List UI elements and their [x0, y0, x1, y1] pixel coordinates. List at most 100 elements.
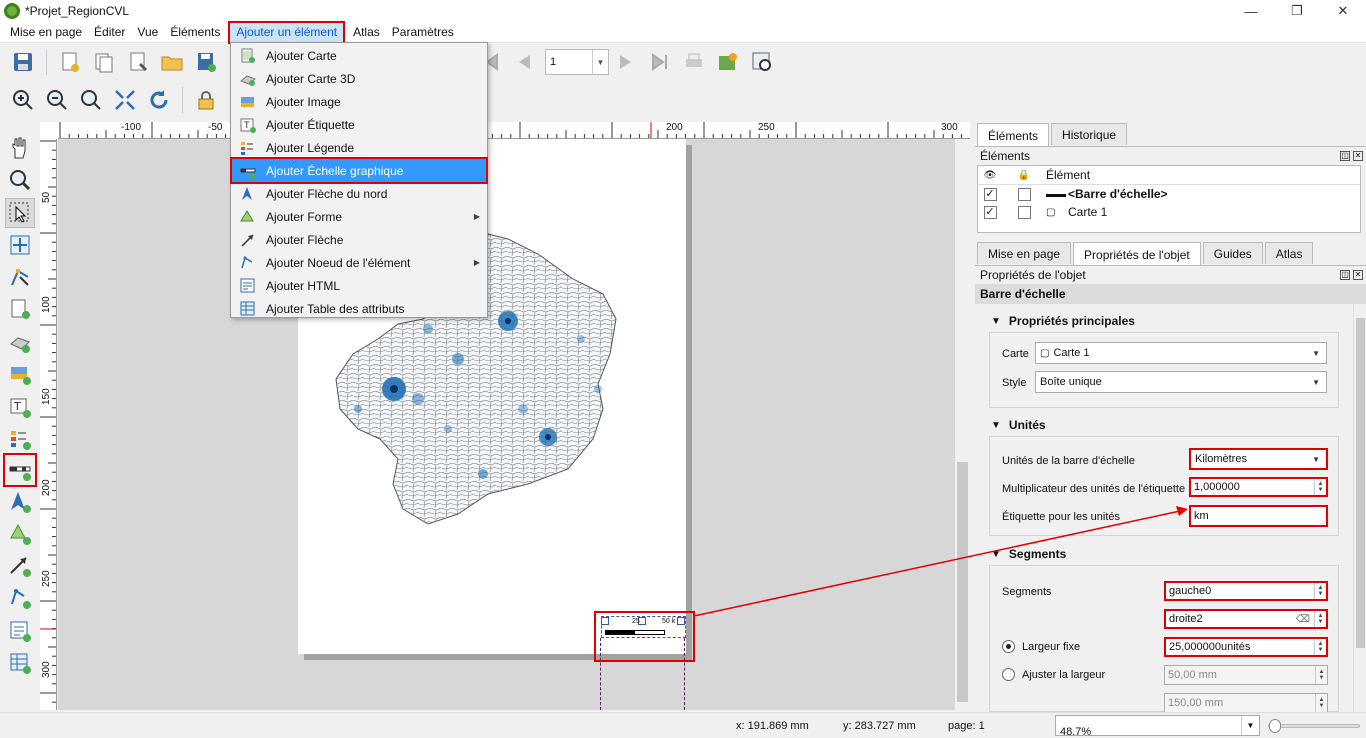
- visibility-checkbox[interactable]: ✓: [983, 205, 997, 219]
- menu-item-ajouter-carte[interactable]: Ajouter Carte: [232, 44, 486, 67]
- vertical-ruler[interactable]: 50 100 150 200 250 300: [40, 139, 57, 710]
- menu-atlas[interactable]: Atlas: [347, 23, 386, 42]
- menu-item-ajouter-echelle-graphique[interactable]: Ajouter Échelle graphique: [230, 157, 488, 184]
- clear-icon[interactable]: ⌫: [1296, 614, 1310, 625]
- menu-item-ajouter-carte-3d[interactable]: Ajouter Carte 3D: [232, 67, 486, 90]
- spin-arrows-icon[interactable]: ▲ ▼: [1314, 479, 1326, 495]
- menu-elements[interactable]: Éléments: [164, 23, 226, 42]
- tab-elements[interactable]: Éléments: [977, 123, 1050, 147]
- layout-manager-icon[interactable]: [123, 47, 153, 77]
- zoom-tool-icon[interactable]: [5, 165, 35, 195]
- last-feature-icon[interactable]: [645, 47, 675, 77]
- export-atlas-image-icon[interactable]: [713, 47, 743, 77]
- menu-vue[interactable]: Vue: [131, 23, 164, 42]
- add-picture-tool-icon[interactable]: [5, 359, 35, 389]
- lock-items-icon[interactable]: [191, 85, 221, 115]
- move-content-icon[interactable]: [5, 230, 35, 260]
- fixed-width-spinbox[interactable]: 25,000000unités ▲ ▼: [1164, 637, 1328, 657]
- unit-combo[interactable]: Kilomètres ▼: [1189, 448, 1328, 470]
- menu-item-ajouter-table-attributs[interactable]: Ajouter Table des attributs: [232, 297, 486, 320]
- add-attribute-table-tool-icon[interactable]: [5, 648, 35, 678]
- add-scalebar-tool-icon[interactable]: [3, 453, 37, 487]
- horizontal-ruler[interactable]: -100 -50 200 250 300: [58, 122, 970, 139]
- props-scrollbar[interactable]: [1353, 304, 1366, 712]
- zoom-slider[interactable]: [1268, 719, 1360, 733]
- menu-editer[interactable]: Éditer: [88, 23, 131, 42]
- add-node-item-tool-icon[interactable]: [5, 583, 35, 613]
- add-html-tool-icon[interactable]: [5, 616, 35, 646]
- lock-checkbox[interactable]: [1017, 205, 1031, 219]
- refresh-icon[interactable]: [144, 85, 174, 115]
- menu-parametres[interactable]: Paramètres: [386, 23, 460, 42]
- menu-item-ajouter-forme[interactable]: Ajouter Forme ▶: [232, 205, 486, 228]
- close-panel-icon[interactable]: ✕: [1353, 270, 1363, 280]
- menu-item-ajouter-noeud[interactable]: Ajouter Noeud de l'élément ▶: [232, 251, 486, 274]
- section-proprietes-principales[interactable]: ▼ Propriétés principales: [991, 314, 1135, 328]
- spin-arrows-icon[interactable]: ▲ ▼: [1315, 666, 1327, 684]
- page-selector[interactable]: 1 ▼: [545, 49, 609, 75]
- zoom-combo[interactable]: 48.7% ▼: [1055, 715, 1260, 738]
- segments-left-spinbox[interactable]: gauche0 ▲ ▼: [1164, 581, 1328, 601]
- pan-icon[interactable]: [5, 134, 35, 164]
- fixed-width-radio[interactable]: [1002, 640, 1015, 653]
- menu-mise-en-page[interactable]: Mise en page: [4, 23, 88, 42]
- new-layout-icon[interactable]: [55, 47, 85, 77]
- tab-historique[interactable]: Historique: [1051, 123, 1128, 145]
- float-panel-icon[interactable]: ◫: [1340, 151, 1350, 161]
- fit-width-radio[interactable]: [1002, 668, 1015, 681]
- next-feature-icon[interactable]: [611, 47, 641, 77]
- add-arrow-tool-icon[interactable]: [5, 551, 35, 581]
- save-icon[interactable]: [8, 47, 38, 77]
- zoom-out-icon[interactable]: [42, 85, 72, 115]
- canvas-scrollbar[interactable]: [955, 139, 970, 710]
- atlas-settings-icon[interactable]: [747, 47, 777, 77]
- menu-ajouter-un-element[interactable]: Ajouter un élément: [228, 20, 346, 44]
- float-panel-icon[interactable]: ◫: [1340, 270, 1350, 280]
- zoom-full-icon[interactable]: [110, 85, 140, 115]
- section-unites[interactable]: ▼ Unités: [991, 418, 1046, 432]
- add-map-tool-icon[interactable]: [5, 294, 35, 324]
- open-template-icon[interactable]: [157, 47, 187, 77]
- zoom-actual-icon[interactable]: [76, 85, 106, 115]
- min-width-spinbox[interactable]: 50,00 mm ▲ ▼: [1164, 665, 1328, 685]
- multiplier-spinbox[interactable]: 1,000000 ▲ ▼: [1189, 477, 1328, 497]
- spin-arrows-icon[interactable]: ▲ ▼: [1315, 694, 1327, 712]
- add-3d-map-tool-icon[interactable]: [5, 327, 35, 357]
- menu-item-ajouter-legende[interactable]: Ajouter Légende: [232, 136, 486, 159]
- add-label-tool-icon[interactable]: T: [5, 392, 35, 422]
- visibility-checkbox[interactable]: ✓: [983, 187, 997, 201]
- select-move-icon[interactable]: [5, 198, 35, 228]
- tab-mise-en-page[interactable]: Mise en page: [977, 242, 1072, 264]
- list-item[interactable]: ✓ ▬▬ <Barre d'échelle>: [978, 185, 1360, 203]
- menu-item-ajouter-etiquette[interactable]: T Ajouter Étiquette: [232, 113, 486, 136]
- menu-item-ajouter-fleche[interactable]: Ajouter Flèche: [232, 228, 486, 251]
- tab-proprietes-objet[interactable]: Propriétés de l'objet: [1073, 242, 1201, 266]
- scalebar-handle[interactable]: [677, 617, 685, 625]
- restore-button[interactable]: ❐: [1274, 0, 1320, 22]
- segments-right-spinbox[interactable]: droite2 ⌫ ▲ ▼: [1164, 609, 1328, 629]
- carte-combo[interactable]: ▢ Carte 1 ▼: [1035, 342, 1327, 364]
- close-button[interactable]: ✕: [1320, 0, 1366, 22]
- print-atlas-icon[interactable]: [679, 47, 709, 77]
- list-item[interactable]: ✓ ▢ Carte 1: [978, 203, 1360, 221]
- tab-guides[interactable]: Guides: [1202, 242, 1263, 264]
- minimize-button[interactable]: —: [1228, 0, 1274, 22]
- canvas-scrollbar-thumb[interactable]: [957, 462, 968, 702]
- scalebar-handle[interactable]: [601, 617, 609, 625]
- props-scrollbar-thumb[interactable]: [1356, 318, 1365, 648]
- style-combo[interactable]: Boîte unique ▼: [1035, 371, 1327, 393]
- scalebar-item[interactable]: 25 50 k: [601, 616, 686, 638]
- lock-checkbox[interactable]: [1017, 187, 1031, 201]
- save-template-icon[interactable]: [191, 47, 221, 77]
- spin-arrows-icon[interactable]: ▲ ▼: [1314, 639, 1326, 655]
- max-width-spinbox[interactable]: 150,00 mm ▲ ▼: [1164, 693, 1328, 713]
- add-north-arrow-tool-icon[interactable]: [5, 487, 35, 517]
- tab-atlas[interactable]: Atlas: [1264, 242, 1314, 264]
- spin-arrows-icon[interactable]: ▲ ▼: [1314, 611, 1326, 627]
- layout-canvas[interactable]: 25 50 k: [58, 139, 955, 710]
- unit-text-input[interactable]: km: [1189, 505, 1328, 527]
- previous-feature-icon[interactable]: [509, 47, 539, 77]
- zoom-in-icon[interactable]: [8, 85, 38, 115]
- add-legend-tool-icon[interactable]: [5, 424, 35, 454]
- close-panel-icon[interactable]: ✕: [1353, 151, 1363, 161]
